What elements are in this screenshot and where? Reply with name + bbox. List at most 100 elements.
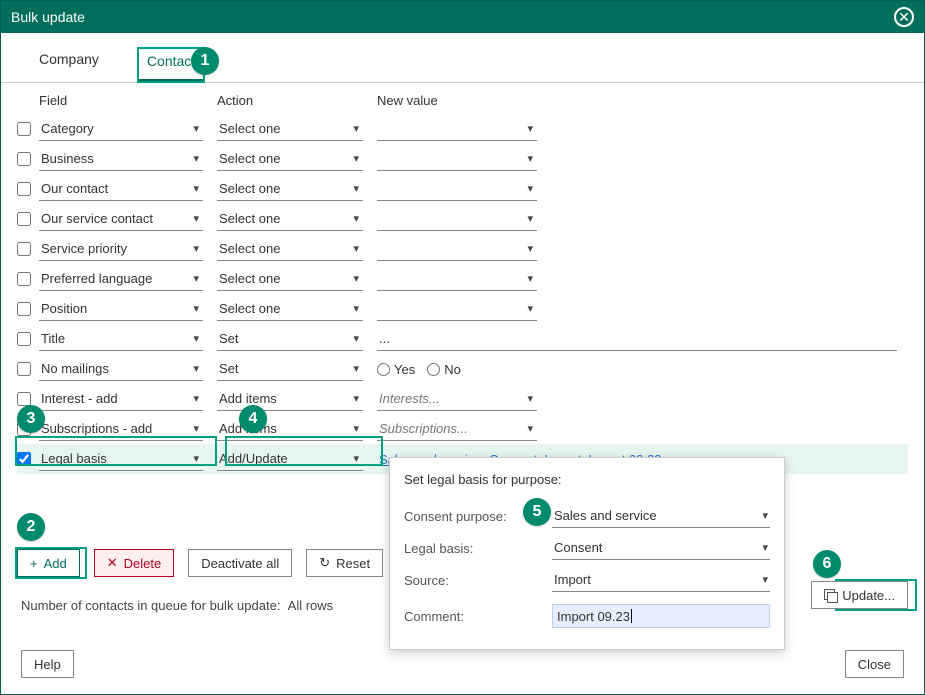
field-select[interactable]: Legal basis▾ — [39, 447, 203, 471]
value-select[interactable]: ▾ — [377, 177, 537, 201]
value-input[interactable]: ... — [377, 327, 897, 351]
chevron-down-icon: ▾ — [353, 212, 359, 225]
comment-value: Import 09.23 — [557, 609, 630, 624]
status-prefix: Number of contacts in queue for bulk upd… — [21, 598, 280, 613]
close-icon[interactable]: ✕ — [894, 7, 914, 27]
action-select[interactable]: Select one▾ — [217, 297, 363, 321]
chevron-down-icon: ▾ — [193, 362, 199, 375]
reset-button[interactable]: ↻ Reset — [306, 549, 383, 577]
row-checkbox[interactable] — [17, 392, 31, 406]
close-button[interactable]: Close — [845, 650, 904, 678]
row-checkbox[interactable] — [17, 152, 31, 166]
field-label: Preferred language — [41, 271, 152, 286]
action-select[interactable]: Add/Update▾ — [217, 447, 363, 471]
radio-label: Yes — [394, 362, 415, 377]
window-title: Bulk update — [11, 9, 85, 25]
field-label: Subscriptions - add — [41, 421, 152, 436]
titlebar: Bulk update ✕ — [1, 1, 924, 33]
footer: Help Close — [21, 650, 904, 678]
consent-purpose-select[interactable]: Sales and service ▾ — [552, 504, 770, 528]
value-select[interactable]: ▾ — [377, 237, 537, 261]
legal-basis-value: Consent — [554, 540, 602, 555]
action-bar: + Add ✕ Delete Deactivate all ↻ Reset — [17, 549, 383, 577]
row-checkbox[interactable] — [17, 362, 31, 376]
chevron-down-icon: ▾ — [762, 541, 768, 554]
action-label: Select one — [219, 181, 280, 196]
field-select[interactable]: Interest - add▾ — [39, 387, 203, 411]
action-select[interactable]: Select one▾ — [217, 267, 363, 291]
update-button[interactable]: Update... — [811, 581, 908, 609]
tab-company[interactable]: Company — [31, 47, 107, 82]
field-select[interactable]: Position▾ — [39, 297, 203, 321]
radio-yes[interactable] — [377, 363, 390, 376]
help-button[interactable]: Help — [21, 650, 74, 678]
field-select[interactable]: Our contact▾ — [39, 177, 203, 201]
table-row: Title▾ Set▾... — [17, 324, 908, 354]
field-select[interactable]: No mailings▾ — [39, 357, 203, 381]
radio-no[interactable] — [427, 363, 440, 376]
legal-basis-select[interactable]: Consent ▾ — [552, 536, 770, 560]
legal-basis-label: Legal basis: — [404, 541, 552, 556]
field-label: Category — [41, 121, 94, 136]
row-checkbox[interactable] — [17, 302, 31, 316]
action-select[interactable]: Select one▾ — [217, 117, 363, 141]
deactivate-button[interactable]: Deactivate all — [188, 549, 292, 577]
chevron-down-icon: ▾ — [353, 332, 359, 345]
row-checkbox[interactable] — [17, 332, 31, 346]
add-button[interactable]: + Add — [17, 549, 80, 577]
row-checkbox[interactable] — [17, 182, 31, 196]
field-select[interactable]: Preferred language ▾ — [39, 267, 203, 291]
field-label: Legal basis — [41, 451, 107, 466]
field-select[interactable]: Business▾ — [39, 147, 203, 171]
action-select[interactable]: Add items▾ — [217, 387, 363, 411]
legal-basis-popup: Set legal basis for purpose: Consent pur… — [389, 457, 785, 650]
field-label: Our contact — [41, 181, 108, 196]
comment-input[interactable]: Import 09.23 — [552, 604, 770, 628]
source-select[interactable]: Import ▾ — [552, 568, 770, 592]
action-select[interactable]: Select one▾ — [217, 177, 363, 201]
x-icon: ✕ — [107, 555, 118, 571]
action-select[interactable]: Set▾ — [217, 327, 363, 351]
chevron-down-icon: ▾ — [353, 422, 359, 435]
delete-button[interactable]: ✕ Delete — [94, 549, 174, 577]
radio-label: No — [444, 362, 461, 377]
placeholder-label: Interests... — [379, 391, 440, 406]
action-select[interactable]: Select one ▾ — [217, 147, 363, 171]
badge-2: 2 — [17, 513, 45, 541]
field-select[interactable]: Title▾ — [39, 327, 203, 351]
value-select[interactable]: ▾ — [377, 297, 537, 321]
status-line: Number of contacts in queue for bulk upd… — [21, 598, 333, 613]
chevron-down-icon: ▾ — [353, 152, 359, 165]
help-button-label: Help — [34, 657, 61, 672]
row-checkbox[interactable] — [17, 452, 31, 466]
value-select[interactable]: ▾ — [377, 147, 537, 171]
chevron-down-icon: ▾ — [527, 152, 533, 165]
chevron-down-icon: ▾ — [527, 242, 533, 255]
value-select[interactable]: ▾ — [377, 267, 537, 291]
action-label: Add/Update — [219, 451, 288, 466]
row-checkbox[interactable] — [17, 272, 31, 286]
field-label: Service priority — [41, 241, 127, 256]
action-label: Select one — [219, 301, 280, 316]
chevron-down-icon: ▾ — [193, 212, 199, 225]
action-select[interactable]: Set▾ — [217, 357, 363, 381]
row-checkbox[interactable] — [17, 122, 31, 136]
chevron-down-icon: ▾ — [527, 212, 533, 225]
value-select[interactable]: ▾ — [377, 207, 537, 231]
action-label: Select one — [219, 271, 280, 286]
value-select[interactable]: Interests...▾ — [377, 387, 537, 411]
row-checkbox[interactable] — [17, 242, 31, 256]
field-select[interactable]: Subscriptions - add▾ — [39, 417, 203, 441]
field-select[interactable]: Category▾ — [39, 117, 203, 141]
row-checkbox[interactable] — [17, 212, 31, 226]
table-row: Position▾ Select one▾ ▾ — [17, 294, 908, 324]
action-label: Select one — [219, 151, 280, 166]
field-label: Interest - add — [41, 391, 118, 406]
field-select[interactable]: Service priority▾ — [39, 237, 203, 261]
value-select[interactable]: Subscriptions...▾ — [377, 417, 537, 441]
action-select[interactable]: Select one▾ — [217, 207, 363, 231]
value-select[interactable]: ▾ — [377, 117, 537, 141]
chevron-down-icon: ▾ — [193, 272, 199, 285]
field-select[interactable]: Our service contact▾ — [39, 207, 203, 231]
action-select[interactable]: Select one▾ — [217, 237, 363, 261]
